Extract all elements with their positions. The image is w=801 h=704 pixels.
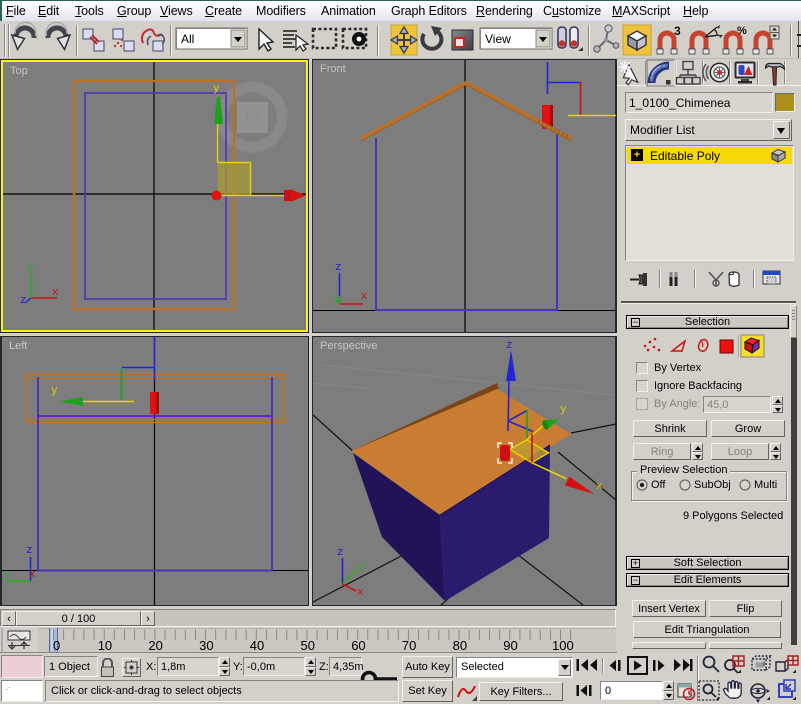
svg-text:z: z	[335, 262, 342, 274]
svg-text:x: x	[357, 587, 364, 599]
svg-text:10: 10	[98, 638, 112, 653]
svg-text:60: 60	[351, 638, 365, 653]
svg-text:y: y	[358, 561, 365, 573]
svg-text:x: x	[596, 481, 603, 493]
svg-text:y: y	[27, 262, 34, 274]
svg-text:View: View	[485, 32, 511, 46]
svg-text:90: 90	[503, 638, 517, 653]
svg-text:z: z	[26, 545, 33, 557]
svg-text:z: z	[20, 295, 27, 307]
svg-text:x: x	[29, 569, 36, 581]
svg-text:z: z	[337, 547, 344, 559]
svg-text:3: 3	[674, 24, 681, 38]
svg-text:TOP: TOP	[245, 114, 261, 123]
svg-text:40: 40	[250, 638, 264, 653]
svg-text:%: %	[737, 25, 747, 37]
svg-text:50: 50	[301, 638, 315, 653]
svg-text:y: y	[560, 404, 567, 416]
svg-text:y: y	[213, 83, 220, 95]
svg-text:30: 30	[199, 638, 213, 653]
svg-text:0: 0	[53, 638, 60, 653]
svg-text:y: y	[51, 385, 58, 397]
svg-text:70: 70	[402, 638, 416, 653]
svg-text:x: x	[361, 291, 368, 303]
svg-text:x: x	[52, 287, 59, 299]
svg-text:z: z	[506, 340, 513, 352]
svg-text:20: 20	[148, 638, 162, 653]
svg-text:All: All	[181, 32, 194, 46]
svg-text:100: 100	[552, 638, 574, 653]
svg-text:80: 80	[453, 638, 467, 653]
svg-text:y: y	[4, 569, 11, 581]
